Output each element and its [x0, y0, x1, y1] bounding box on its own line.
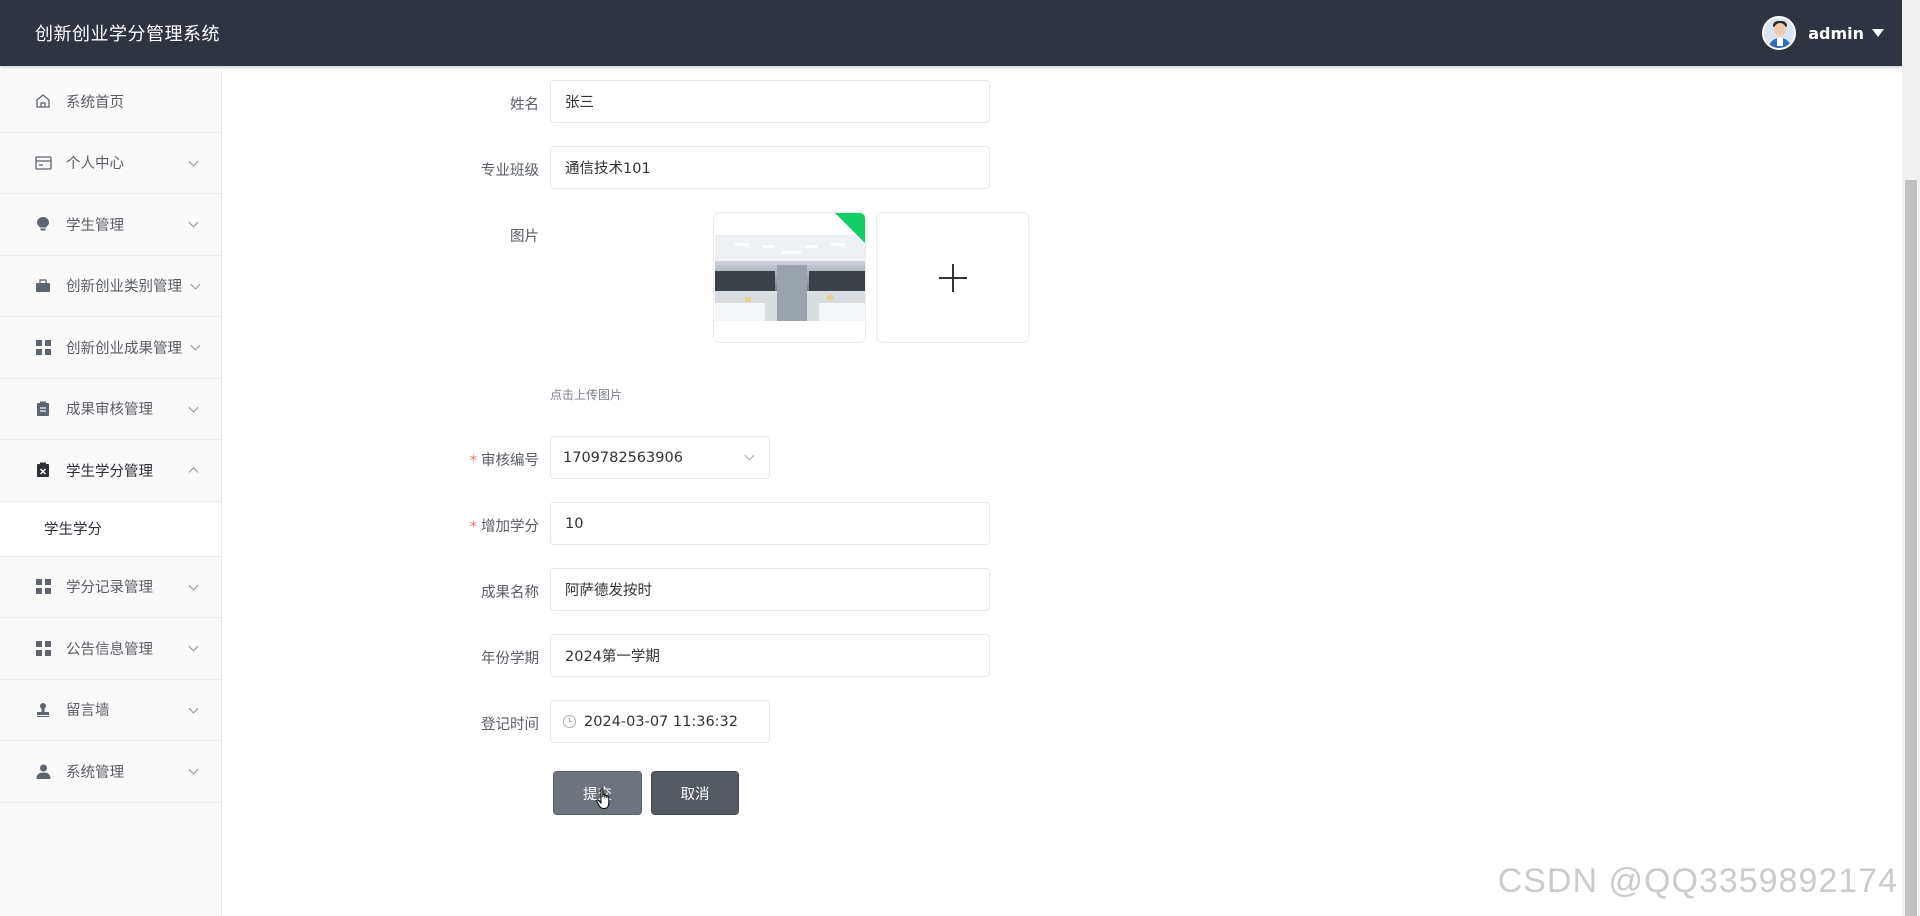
- term-value: 2024第一学期: [565, 649, 660, 665]
- sidebar-item-label: 系统管理: [66, 764, 124, 781]
- user-menu[interactable]: admin: [1762, 16, 1884, 50]
- clipboard-icon: [34, 400, 52, 418]
- achievement-field[interactable]: 阿萨德发按时: [550, 568, 990, 611]
- term-label: 年份学期: [481, 651, 539, 667]
- sidebar-item-student-credits[interactable]: 学生学分管理: [0, 440, 221, 502]
- sidebar-item-label: 公告信息管理: [66, 641, 153, 658]
- sidebar-item-label: 成果审核管理: [66, 402, 153, 419]
- audit-no-select[interactable]: 1709782563906: [550, 436, 770, 479]
- grid-icon: [34, 338, 52, 356]
- chevron-down-icon: [188, 703, 199, 714]
- register-time-label: 登记时间: [481, 717, 539, 733]
- sidebar-item-label: 学生管理: [66, 217, 124, 234]
- credit-value: 10: [565, 515, 584, 532]
- image-label: 图片: [510, 229, 539, 245]
- audit-no-value: 1709782563906: [563, 449, 683, 466]
- chevron-down-icon: [188, 580, 199, 591]
- app-title: 创新创业学分管理系统: [35, 24, 220, 45]
- register-time-picker[interactable]: 2024-03-07 11:36:32: [550, 700, 770, 743]
- sidebar-item-review[interactable]: 成果审核管理: [0, 379, 221, 440]
- upload-success-badge: [835, 213, 865, 243]
- class-label: 专业班级: [481, 163, 539, 179]
- scrollbar-thumb[interactable]: [1905, 180, 1917, 916]
- plus-icon: [938, 263, 967, 292]
- top-header: 创新创业学分管理系统 admin: [0, 0, 1902, 66]
- credit-field[interactable]: 10: [550, 502, 990, 545]
- cancel-button[interactable]: 取消: [651, 771, 739, 815]
- sidebar-item-announcements[interactable]: 公告信息管理: [0, 618, 221, 680]
- chevron-down-icon: [190, 340, 201, 351]
- chevron-down-icon: [744, 450, 755, 461]
- chevron-down-icon: [188, 641, 199, 652]
- sidebar-item-profile[interactable]: 个人中心: [0, 133, 221, 194]
- achievement-label: 成果名称: [481, 585, 539, 601]
- achievement-value: 阿萨德发按时: [565, 583, 652, 599]
- user-icon: [34, 762, 52, 780]
- sidebar-item-label: 留言墙: [66, 703, 110, 720]
- sidebar-item-system[interactable]: 系统管理: [0, 741, 221, 803]
- sidebar-item-message-wall[interactable]: 留言墙: [0, 680, 221, 741]
- sidebar-item-label: 学分记录管理: [66, 580, 153, 597]
- uploaded-image: [715, 235, 865, 321]
- name-field[interactable]: 张三: [550, 80, 990, 123]
- chevron-down-icon: [188, 402, 199, 413]
- required-mark: *: [469, 519, 477, 535]
- briefcase-icon: [34, 277, 52, 295]
- name-label: 姓名: [510, 97, 539, 113]
- class-field[interactable]: 通信技术101: [550, 146, 990, 189]
- id-card-icon: [34, 154, 52, 172]
- page-scrollbar[interactable]: [1902, 0, 1920, 916]
- hand-cursor-icon: [596, 788, 610, 810]
- submenu-item-label: 学生学分: [44, 522, 102, 538]
- sidebar-item-label: 个人中心: [66, 156, 124, 173]
- clipboard-x-icon: [34, 461, 52, 479]
- home-icon: [34, 92, 52, 110]
- submenu-item-student-credit[interactable]: 学生学分: [0, 501, 221, 557]
- caret-down-icon[interactable]: [1872, 29, 1884, 37]
- sidebar-item-label: 创新创业成果管理: [66, 340, 182, 357]
- bulb-icon: [34, 215, 52, 233]
- chevron-down-icon: [188, 217, 199, 228]
- upload-hint: 点击上传图片: [550, 388, 623, 402]
- chevron-down-icon: [188, 764, 199, 775]
- credit-label: * 增加学分: [469, 519, 539, 535]
- class-value: 通信技术101: [565, 161, 651, 177]
- watermark: CSDN @QQ3359892174: [1497, 862, 1898, 900]
- sidebar-item-credit-records[interactable]: 学分记录管理: [0, 557, 221, 618]
- sidebar-item-students[interactable]: 学生管理: [0, 194, 221, 256]
- grid-icon: [34, 578, 52, 596]
- sidebar-item-label: 创新创业类别管理: [66, 279, 182, 296]
- chevron-up-icon: [188, 467, 199, 478]
- term-field[interactable]: 2024第一学期: [550, 634, 990, 677]
- stamp-icon: [34, 701, 52, 719]
- register-time-value: 2024-03-07 11:36:32: [584, 713, 738, 730]
- sidebar-item-label: 系统首页: [66, 94, 124, 111]
- chevron-down-icon: [190, 279, 201, 290]
- required-mark: *: [469, 453, 477, 469]
- uploaded-image-card[interactable]: [713, 212, 866, 343]
- sidebar-item-home[interactable]: 系统首页: [0, 71, 221, 133]
- image-upload-button[interactable]: [876, 212, 1029, 343]
- clock-icon: [563, 715, 576, 728]
- sidebar: 系统首页 个人中心 学生管理 创新创业类别管理 创新创业成果管理 成果审核管理: [0, 71, 222, 916]
- sidebar-item-achievements[interactable]: 创新创业成果管理: [0, 317, 221, 379]
- sidebar-item-category[interactable]: 创新创业类别管理: [0, 256, 221, 317]
- grid-icon: [34, 639, 52, 657]
- username[interactable]: admin: [1808, 24, 1864, 43]
- name-value: 张三: [565, 95, 594, 111]
- sidebar-item-label: 学生学分管理: [66, 463, 153, 480]
- audit-no-label: * 审核编号: [469, 453, 539, 469]
- avatar[interactable]: [1762, 16, 1797, 50]
- chevron-down-icon: [188, 156, 199, 167]
